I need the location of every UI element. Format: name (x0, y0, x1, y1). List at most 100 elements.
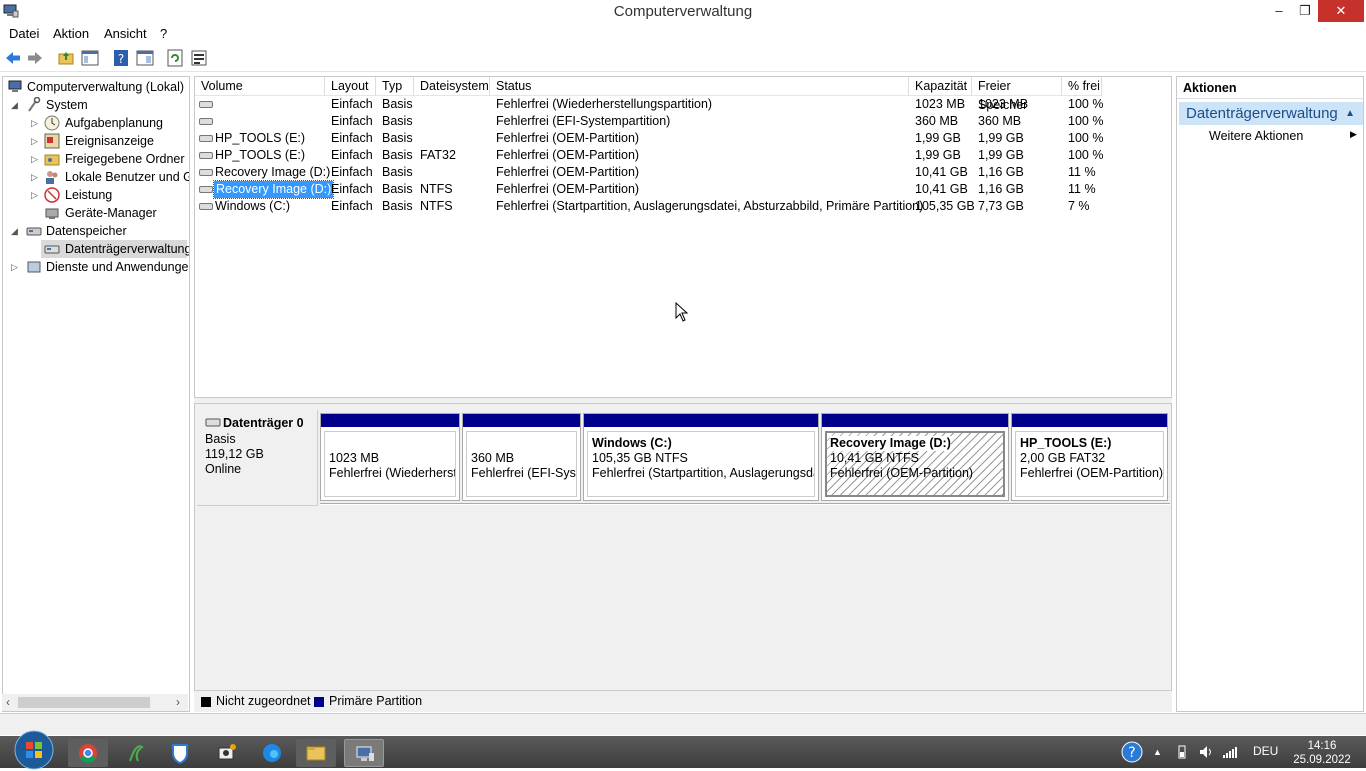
column-status[interactable]: Status (490, 77, 909, 96)
edge-icon (263, 744, 281, 762)
taskbar-edge[interactable] (252, 739, 292, 767)
close-button[interactable]: ✕ (1318, 0, 1364, 22)
help-support-icon[interactable]: ? (1121, 741, 1143, 763)
properties-icon[interactable] (190, 49, 208, 67)
device-manager-icon (45, 208, 59, 219)
table-row[interactable]: Einfach Basis Fehlerfrei (EFI-Systempart… (195, 113, 1171, 130)
column-capacity[interactable]: Kapazität (909, 77, 972, 96)
column-percent-free[interactable]: % frei (1062, 77, 1102, 96)
collapse-arrow-icon[interactable]: ▷ (11, 258, 18, 276)
partition-recovery[interactable]: 1023 MB Fehlerfrei (Wiederherstellungspa… (320, 413, 460, 501)
table-row[interactable]: Windows (C:) Einfach Basis NTFS Fehlerfr… (195, 198, 1171, 215)
menu-ansicht[interactable]: Ansicht (104, 26, 147, 41)
more-actions-item[interactable]: Weitere Aktionen (1209, 129, 1303, 143)
tree-item-local-users[interactable]: ▷ Lokale Benutzer und Gruppen (6, 168, 189, 186)
back-arrow-icon[interactable] (4, 49, 22, 67)
scroll-right-icon[interactable]: › (176, 694, 180, 711)
scrollbar-thumb[interactable] (18, 697, 150, 708)
tree-label: Leistung (65, 188, 113, 202)
tree-item-system[interactable]: ◢ System (6, 96, 189, 114)
action-pane-icon[interactable] (136, 49, 154, 67)
partition-bar (822, 414, 1008, 427)
shield-icon (172, 744, 188, 765)
show-hidden-icons-icon[interactable]: ▲ (1153, 747, 1162, 757)
expand-arrow-icon[interactable]: ◢ (11, 96, 18, 114)
tree-label: Dienste und Anwendungen (46, 260, 190, 274)
camera-icon (218, 744, 236, 760)
refresh-icon[interactable] (166, 49, 184, 67)
taskbar-app-script[interactable] (116, 739, 156, 767)
taskbar-explorer[interactable] (296, 739, 336, 767)
clock[interactable]: 14:16 25.09.2022 (1292, 739, 1352, 767)
tree-item-computer-management[interactable]: Computerverwaltung (Lokal) (6, 78, 189, 96)
column-free-space[interactable]: Freier Speicher (972, 77, 1062, 112)
drive-icon (199, 118, 213, 125)
shared-folder-icon (44, 154, 60, 166)
clock-icon (44, 115, 60, 131)
table-row-selected[interactable]: Recovery Image (D:) Einfach Basis NTFS F… (195, 180, 1171, 199)
status-bar (0, 713, 1366, 735)
console-tree-icon[interactable] (81, 49, 99, 67)
collapse-up-icon[interactable]: ▲ (1345, 102, 1355, 125)
submenu-arrow-icon: ▶ (1350, 129, 1357, 139)
input-language[interactable]: DEU (1253, 744, 1278, 758)
tree-item-task-scheduler[interactable]: ▷ Aufgabenplanung (6, 114, 189, 132)
partition-efi[interactable]: 360 MB Fehlerfrei (EFI-Systempartition) (462, 413, 581, 501)
table-row[interactable]: Einfach Basis Fehlerfrei (Wiederherstell… (195, 96, 1171, 113)
column-type[interactable]: Typ (376, 77, 414, 96)
taskbar-app-shield[interactable] (160, 739, 200, 767)
taskbar-app-camera[interactable] (206, 739, 246, 767)
volume-list: Volume Layout Typ Dateisystem Status Kap… (194, 76, 1172, 398)
tree-item-performance[interactable]: ▷ Leistung (6, 186, 189, 204)
help-icon[interactable]: ? (112, 49, 130, 67)
tree-item-storage[interactable]: ◢ Datenspeicher (6, 222, 189, 240)
table-row[interactable]: Recovery Image (D:) Einfach Basis Fehler… (195, 164, 1171, 181)
collapse-arrow-icon[interactable]: ▷ (31, 150, 38, 168)
actions-section-disk-management[interactable]: Datenträgerverwaltung ▲ (1179, 102, 1363, 125)
tree-item-event-viewer[interactable]: ▷ Ereignisanzeige (6, 132, 189, 150)
tree-item-services[interactable]: ▷ Dienste und Anwendungen (6, 258, 190, 276)
taskbar-computer-management[interactable] (344, 739, 384, 767)
legend-swatch-unallocated (201, 697, 211, 707)
expand-arrow-icon[interactable]: ◢ (11, 222, 18, 240)
menu-datei[interactable]: Datei (9, 26, 39, 41)
table-row[interactable]: HP_TOOLS (E:) Einfach Basis Fehlerfrei (… (195, 130, 1171, 147)
toolbar: ? (0, 44, 1366, 72)
menu-aktion[interactable]: Aktion (53, 26, 89, 41)
drive-icon (199, 152, 213, 159)
collapse-arrow-icon[interactable]: ▷ (31, 132, 38, 150)
menu-help[interactable]: ? (160, 26, 167, 41)
minimize-button[interactable]: – (1266, 0, 1292, 22)
network-icon[interactable] (1222, 744, 1238, 760)
disk-label[interactable]: Datenträger 0 Basis 119,12 GB Online (197, 410, 318, 506)
table-row[interactable]: HP_TOOLS (E:) Einfach Basis FAT32 Fehler… (195, 147, 1171, 164)
collapse-arrow-icon[interactable]: ▷ (31, 114, 38, 132)
tree-label: Computerverwaltung (Lokal) (27, 80, 185, 94)
column-volume[interactable]: Volume (195, 77, 325, 96)
scroll-left-icon[interactable]: ‹ (6, 694, 10, 711)
column-layout[interactable]: Layout (325, 77, 376, 96)
partition-windows-c[interactable]: Windows (C:) 105,35 GB NTFS Fehlerfrei (… (583, 413, 819, 501)
volume-icon[interactable] (1198, 744, 1214, 760)
collapse-arrow-icon[interactable]: ▷ (31, 168, 38, 186)
partition-recovery-d[interactable]: Recovery Image (D:) 10,41 GB NTFS Fehler… (821, 413, 1009, 501)
forward-arrow-icon[interactable] (26, 49, 44, 67)
services-icon (27, 261, 41, 273)
folder-up-icon[interactable] (57, 49, 75, 67)
partition-hp-tools-e[interactable]: HP_TOOLS (E:) 2,00 GB FAT32 Fehlerfrei (… (1011, 413, 1168, 501)
tree-label: Datenträgerverwaltung (65, 242, 190, 256)
tree-item-device-manager[interactable]: Geräte-Manager (6, 204, 189, 222)
tree-item-disk-management[interactable]: Datenträgerverwaltung (41, 240, 190, 258)
column-filesystem[interactable]: Dateisystem (414, 77, 490, 96)
tree-horizontal-scrollbar[interactable]: ‹ › (2, 694, 188, 711)
performance-icon (44, 187, 60, 203)
partition-status: Fehlerfrei (OEM-Partition) (830, 466, 974, 480)
taskbar-chrome[interactable] (68, 739, 108, 767)
partition-size: 2,00 GB FAT32 (1020, 451, 1106, 465)
legend-label-primary: Primäre Partition (329, 694, 423, 708)
maximize-button[interactable]: ❐ (1292, 0, 1318, 22)
power-icon[interactable] (1174, 744, 1190, 760)
start-button-icon[interactable] (12, 730, 56, 770)
tree-item-shared-folders[interactable]: ▷ Freigegebene Ordner (6, 150, 189, 168)
collapse-arrow-icon[interactable]: ▷ (31, 186, 38, 204)
